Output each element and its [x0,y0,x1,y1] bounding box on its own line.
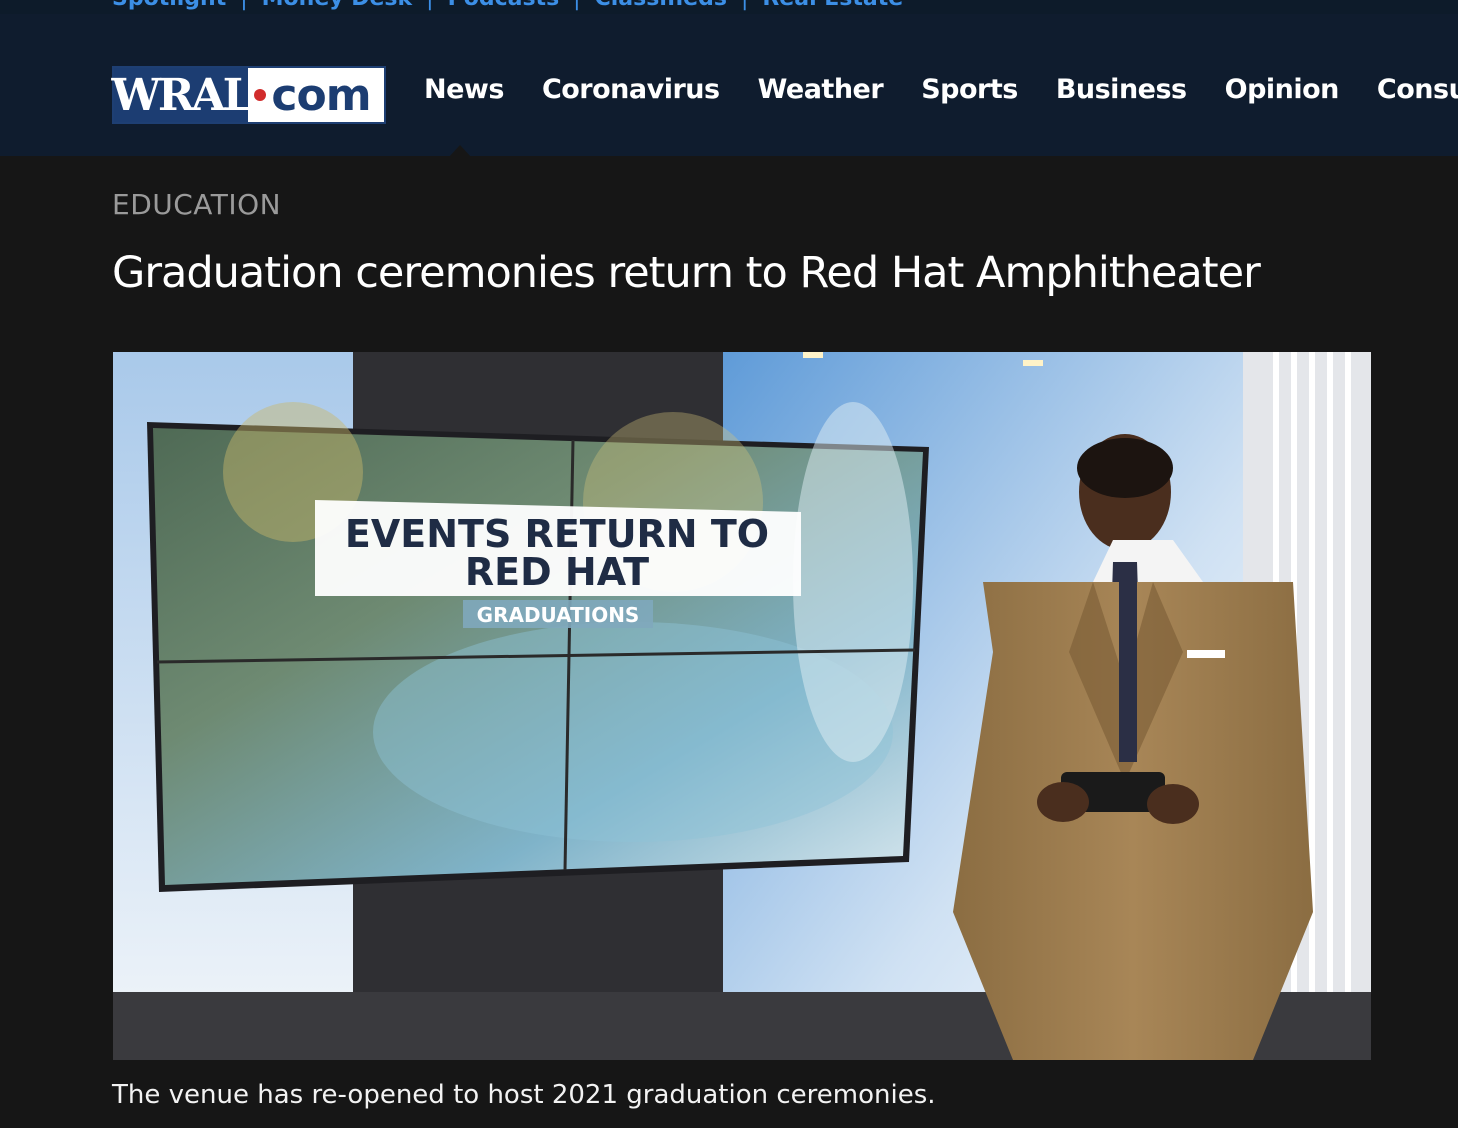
section-label[interactable]: EDUCATION [112,188,281,221]
nav-item-consumer[interactable]: Consumer [1377,74,1458,105]
site-logo[interactable]: WRAL com [111,66,386,124]
article-headline: Graduation ceremonies return to Red Hat … [112,248,1261,298]
logo-dot-icon [254,89,266,101]
util-link-spotlight[interactable]: Spotlight [112,0,226,11]
util-link-classifieds[interactable]: Classifieds [595,0,727,11]
video-caption: The venue has re-opened to host 2021 gra… [112,1080,936,1110]
screen-tag: GRADUATIONS [477,603,640,627]
nav-item-business[interactable]: Business [1056,74,1187,105]
util-link-podcasts[interactable]: Podcasts [448,0,560,11]
util-link-real-estate[interactable]: Real Estate [762,0,903,11]
utility-links: Spotlight | Money Desk | Podcasts | Clas… [112,0,903,11]
util-separator: | [426,0,433,11]
logo-com: com [266,68,384,122]
main-nav: WRAL com News Coronavirus Weather Sports… [0,14,1458,156]
util-separator: | [573,0,580,11]
nav-item-coronavirus[interactable]: Coronavirus [542,74,720,105]
util-separator: | [741,0,748,11]
util-link-money-desk[interactable]: Money Desk [262,0,413,11]
nav-item-opinion[interactable]: Opinion [1225,74,1340,105]
logo-wral: WRAL [111,68,254,122]
nav-item-sports[interactable]: Sports [921,74,1018,105]
nav-item-weather[interactable]: Weather [758,74,884,105]
active-nav-pointer-icon [437,145,483,156]
nav-item-news[interactable]: News [424,74,504,105]
nav-items: News Coronavirus Weather Sports Business… [424,74,1458,105]
video-frame-illustration: EVENTS RETURN TO RED HAT GRADUATIONS [113,352,1371,1060]
util-separator: | [240,0,247,11]
logo-com-text: com [271,69,371,121]
logo-wral-text: WRAL [111,69,253,121]
utility-bar: Spotlight | Money Desk | Podcasts | Clas… [0,0,1458,14]
video-player[interactable]: EVENTS RETURN TO RED HAT GRADUATIONS [113,352,1371,1060]
screen-title-line2: RED HAT [465,550,649,594]
